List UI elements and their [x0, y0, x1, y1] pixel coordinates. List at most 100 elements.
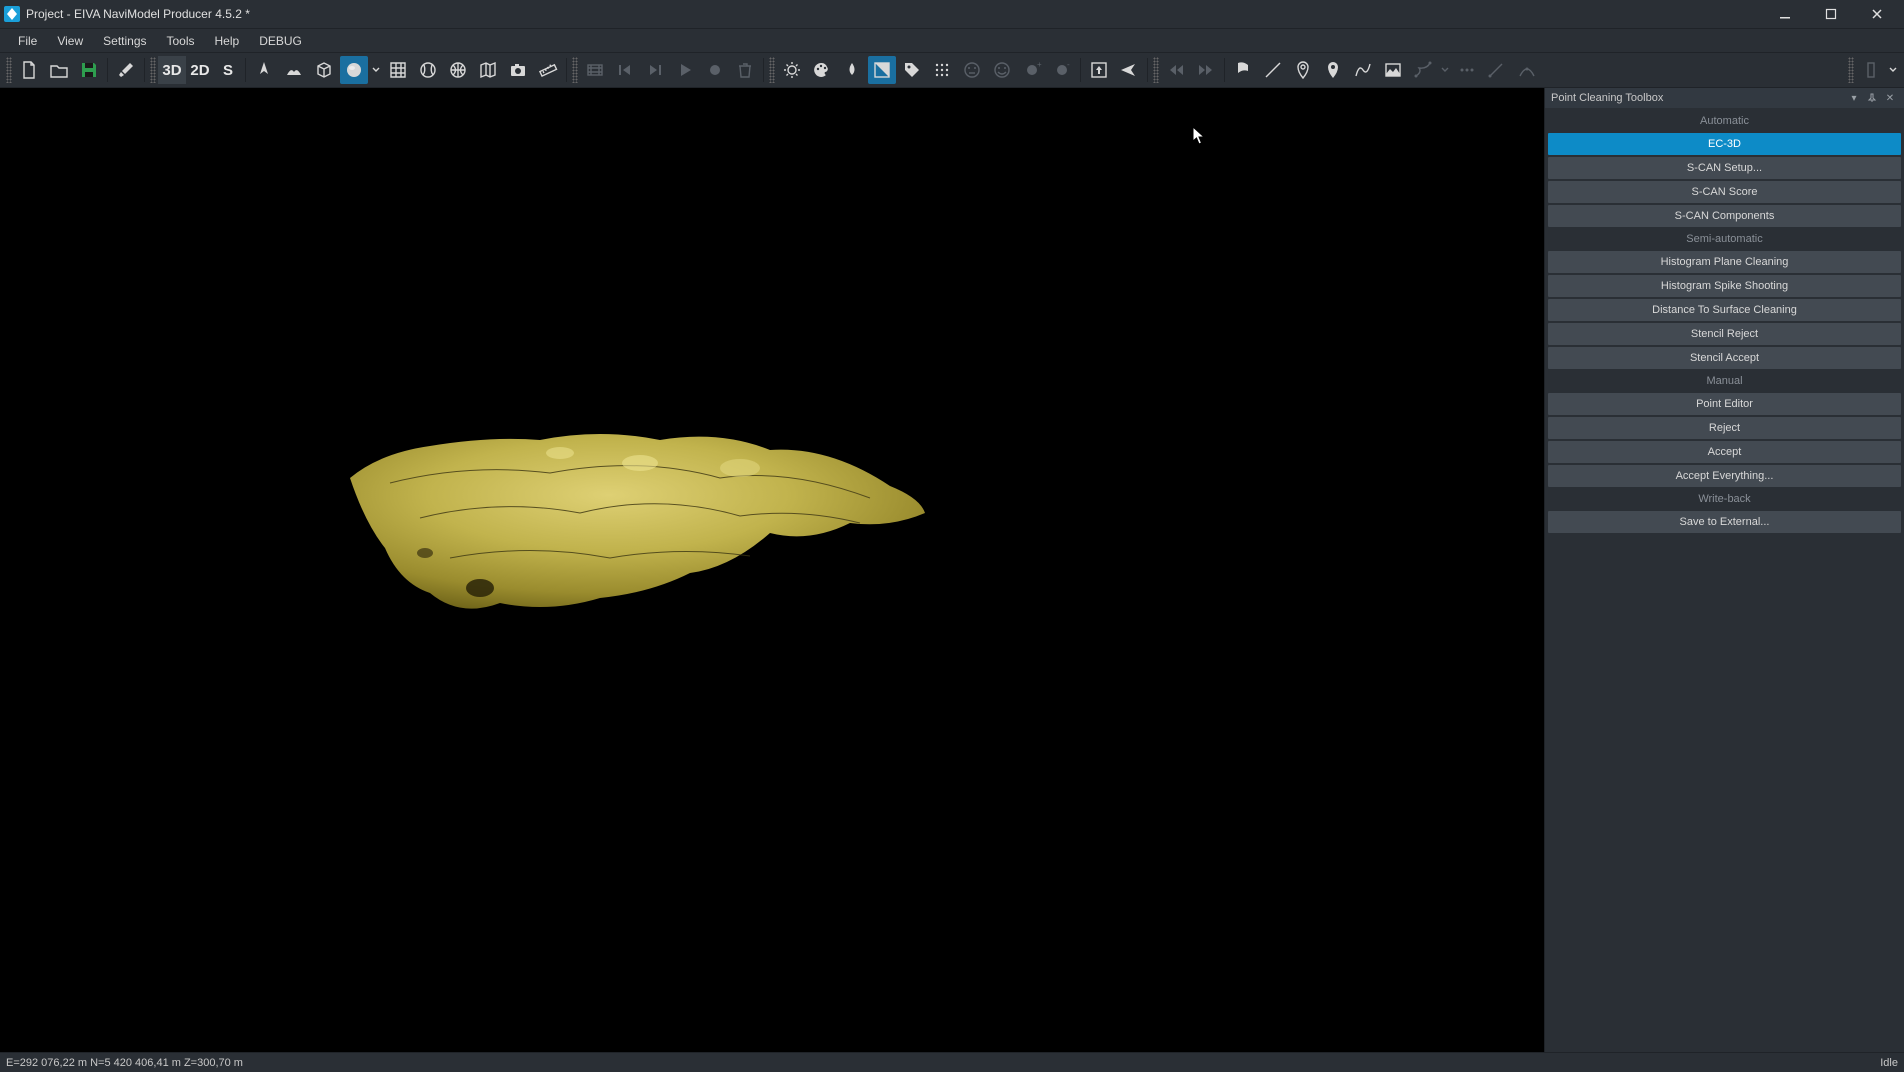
toolbar-grip[interactable]: [1848, 57, 1854, 83]
close-button[interactable]: [1854, 0, 1900, 28]
window-title: Project - EIVA NaviModel Producer 4.5.2 …: [26, 7, 1762, 21]
panel-title: Point Cleaning Toolbox: [1551, 92, 1663, 104]
new-file-icon[interactable]: [15, 56, 43, 84]
image-icon[interactable]: [1379, 56, 1407, 84]
save-external-button[interactable]: Save to External...: [1548, 511, 1901, 533]
film-icon[interactable]: [581, 56, 609, 84]
menu-help[interactable]: Help: [205, 31, 250, 51]
path-icon[interactable]: [1409, 56, 1437, 84]
terrain-mode-icon[interactable]: [280, 56, 308, 84]
globe-outline-icon[interactable]: [414, 56, 442, 84]
pin-outline-icon[interactable]: [1289, 56, 1317, 84]
toolbar-grip[interactable]: [572, 57, 578, 83]
curve-icon[interactable]: [1349, 56, 1377, 84]
fast-forward-icon[interactable]: [1192, 56, 1220, 84]
status-idle: Idle: [1880, 1057, 1898, 1069]
panel-pin-icon[interactable]: [1864, 90, 1880, 106]
histogram-spike-button[interactable]: Histogram Spike Shooting: [1548, 275, 1901, 297]
record-icon[interactable]: [701, 56, 729, 84]
grid-icon[interactable]: [384, 56, 412, 84]
ec-3d-button[interactable]: EC-3D: [1548, 133, 1901, 155]
save-icon[interactable]: [75, 56, 103, 84]
stencil-reject-button[interactable]: Stencil Reject: [1548, 323, 1901, 345]
droplet-icon[interactable]: [838, 56, 866, 84]
rewind-icon[interactable]: [1162, 56, 1190, 84]
export-icon[interactable]: [1085, 56, 1113, 84]
globe-grid-icon[interactable]: [444, 56, 472, 84]
menu-tools[interactable]: Tools: [157, 31, 205, 51]
minimize-button[interactable]: [1762, 0, 1808, 28]
panel-header[interactable]: Point Cleaning Toolbox ▾ ✕: [1545, 88, 1904, 108]
circle-plus-icon[interactable]: +: [1018, 56, 1046, 84]
shaded-sphere-icon[interactable]: [340, 56, 368, 84]
menu-view[interactable]: View: [47, 31, 93, 51]
tag-icon[interactable]: [898, 56, 926, 84]
view-s-button[interactable]: S: [214, 56, 242, 84]
brush-icon[interactable]: [112, 56, 140, 84]
dot-grid-icon[interactable]: [928, 56, 956, 84]
view-3d-button[interactable]: 3D: [158, 56, 186, 84]
ruler-icon[interactable]: [534, 56, 562, 84]
accept-everything-button[interactable]: Accept Everything...: [1548, 465, 1901, 487]
filter-icon[interactable]: [1857, 56, 1885, 84]
toolbar-grip[interactable]: [1153, 57, 1159, 83]
toolbar: 3D 2D S + -: [0, 52, 1904, 88]
panel-options-icon[interactable]: ▾: [1846, 90, 1862, 106]
section-writeback: Write-back: [1548, 489, 1901, 509]
app-icon: [4, 6, 20, 22]
dropdown-arrow-icon[interactable]: [1438, 56, 1452, 84]
pin-filled-icon[interactable]: [1319, 56, 1347, 84]
section-semi-automatic: Semi-automatic: [1548, 229, 1901, 249]
statusbar: E=292 076,22 m N=5 420 406,41 m Z=300,70…: [0, 1052, 1904, 1072]
face-neutral-icon[interactable]: [958, 56, 986, 84]
coordinate-readout: E=292 076,22 m N=5 420 406,41 m Z=300,70…: [6, 1057, 243, 1069]
line-icon[interactable]: [1259, 56, 1287, 84]
camera-icon[interactable]: [504, 56, 532, 84]
skip-forward-icon[interactable]: [641, 56, 669, 84]
menu-settings[interactable]: Settings: [93, 31, 156, 51]
menubar: File View Settings Tools Help DEBUG: [0, 28, 1904, 52]
north-arrow-icon[interactable]: [250, 56, 278, 84]
section-manual: Manual: [1548, 371, 1901, 391]
section-automatic: Automatic: [1548, 111, 1901, 131]
accept-button[interactable]: Accept: [1548, 441, 1901, 463]
terrain-model: [330, 368, 930, 618]
flag-icon[interactable]: [1229, 56, 1257, 84]
sun-icon[interactable]: [778, 56, 806, 84]
menu-file[interactable]: File: [8, 31, 47, 51]
distance-surface-button[interactable]: Distance To Surface Cleaning: [1548, 299, 1901, 321]
3d-viewport[interactable]: [0, 88, 1544, 1052]
point-editor-button[interactable]: Point Editor: [1548, 393, 1901, 415]
skip-back-icon[interactable]: [611, 56, 639, 84]
airplane-icon[interactable]: [1115, 56, 1143, 84]
svg-text:+: +: [1037, 60, 1042, 69]
dots-icon[interactable]: [1453, 56, 1481, 84]
edit-line-icon[interactable]: [1483, 56, 1511, 84]
wireframe-cube-icon[interactable]: [310, 56, 338, 84]
reject-button[interactable]: Reject: [1548, 417, 1901, 439]
toolbar-grip[interactable]: [150, 57, 156, 83]
toolbar-grip[interactable]: [6, 57, 12, 83]
scan-components-button[interactable]: S-CAN Components: [1548, 205, 1901, 227]
scan-score-button[interactable]: S-CAN Score: [1548, 181, 1901, 203]
stencil-accept-button[interactable]: Stencil Accept: [1548, 347, 1901, 369]
edit-bezier-icon[interactable]: [1513, 56, 1541, 84]
open-folder-icon[interactable]: [45, 56, 73, 84]
view-2d-button[interactable]: 2D: [186, 56, 214, 84]
map-icon[interactable]: [474, 56, 502, 84]
panel-close-icon[interactable]: ✕: [1882, 90, 1898, 106]
dropdown-arrow-icon[interactable]: [1886, 56, 1900, 84]
face-smile-icon[interactable]: [988, 56, 1016, 84]
menu-debug[interactable]: DEBUG: [249, 31, 312, 51]
circle-minus-icon[interactable]: -: [1048, 56, 1076, 84]
contrast-icon[interactable]: [868, 56, 896, 84]
maximize-button[interactable]: [1808, 0, 1854, 28]
palette-icon[interactable]: [808, 56, 836, 84]
dropdown-arrow-icon[interactable]: [369, 56, 383, 84]
scan-setup-button[interactable]: S-CAN Setup...: [1548, 157, 1901, 179]
toolbar-grip[interactable]: [769, 57, 775, 83]
trash-icon[interactable]: [731, 56, 759, 84]
play-icon[interactable]: [671, 56, 699, 84]
histogram-plane-button[interactable]: Histogram Plane Cleaning: [1548, 251, 1901, 273]
svg-text:-: -: [1067, 60, 1070, 69]
